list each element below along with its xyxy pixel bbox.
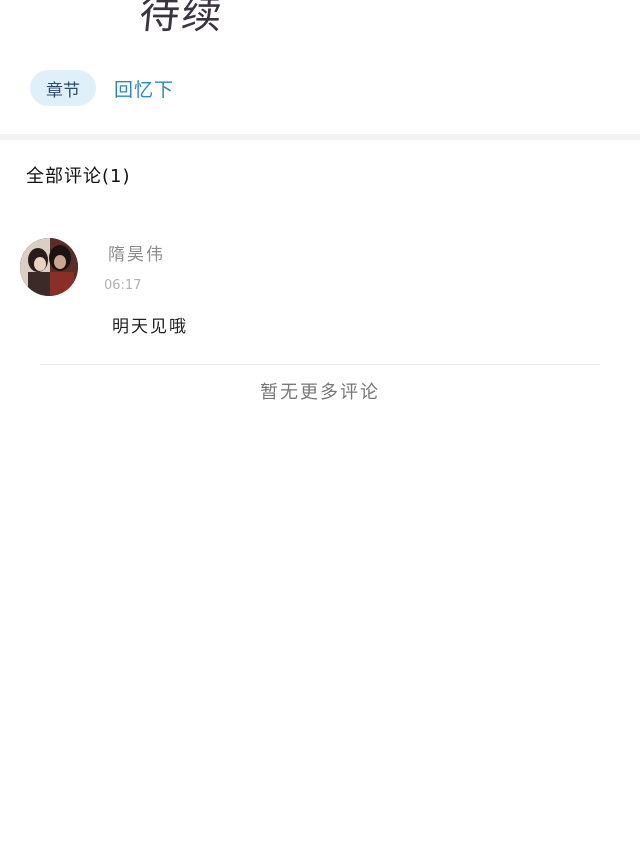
comment-item: 隋昊伟 06:17 明天见哦	[20, 238, 620, 348]
list-divider	[40, 364, 600, 365]
avatar-photo-icon	[20, 238, 78, 296]
chapter-name-link[interactable]: 回忆下	[114, 75, 174, 102]
banner-image-text: 待续	[137, 0, 226, 38]
chapter-tag-row: 章节 回忆下	[30, 70, 174, 106]
chapter-tag-button[interactable]: 章节	[30, 70, 96, 106]
comment-username[interactable]: 隋昊伟	[108, 240, 165, 265]
no-more-comments-label: 暂无更多评论	[260, 382, 380, 403]
section-divider	[0, 134, 640, 140]
user-avatar-icon[interactable]	[20, 238, 78, 296]
comment-text: 明天见哦	[112, 317, 188, 337]
chapter-header: 待续 章节 回忆下	[0, 0, 640, 136]
comment-time: 06:17	[104, 278, 142, 293]
comments-title: 全部评论(1)	[26, 166, 131, 187]
